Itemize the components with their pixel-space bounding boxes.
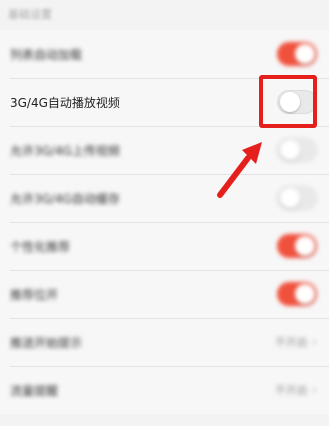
setting-label: 流量提醒 bbox=[10, 383, 59, 398]
section-title: 基础设置 bbox=[8, 8, 52, 21]
chevron-right-icon: › bbox=[311, 334, 317, 350]
setting-label: 列表自动加载 bbox=[10, 47, 83, 62]
toggle-knob bbox=[280, 140, 300, 160]
arrow-icon bbox=[217, 142, 262, 198]
toggle-knob bbox=[295, 284, 315, 304]
setting-row-recommend[interactable]: 推荐位开 bbox=[0, 270, 329, 318]
setting-row-push-hint[interactable]: 推送开始提示 不开启 › bbox=[0, 318, 329, 366]
setting-label: 个性化推荐 bbox=[10, 239, 71, 254]
toggle-personalized[interactable] bbox=[277, 234, 317, 258]
toggle-knob bbox=[295, 236, 315, 256]
setting-label: 3G/4G自动播放视频 bbox=[10, 95, 120, 110]
toggle-knob bbox=[295, 44, 315, 64]
toggle-upload-3g4g[interactable] bbox=[277, 138, 317, 162]
setting-label: 推荐位开 bbox=[10, 287, 59, 302]
toggle-cache-3g4g[interactable] bbox=[277, 186, 317, 210]
setting-label: 推送开始提示 bbox=[10, 335, 83, 350]
toggle-recommend[interactable] bbox=[277, 282, 317, 306]
setting-row-list-autoload[interactable]: 列表自动加载 bbox=[0, 30, 329, 78]
settings-screen: 基础设置 列表自动加载 3G/4G自动播放视频 允许3G/4G上传视频 允许3G… bbox=[0, 0, 329, 426]
setting-value: 不开启 bbox=[274, 384, 308, 397]
setting-row-cache-3g4g[interactable]: 允许3G/4G自动缓存 bbox=[0, 174, 329, 222]
highlight-box bbox=[259, 75, 317, 128]
setting-row-data-alert[interactable]: 流量提醒 不开启 › bbox=[0, 366, 329, 414]
setting-row-personalized[interactable]: 个性化推荐 bbox=[0, 222, 329, 270]
toggle-list-autoload[interactable] bbox=[277, 42, 317, 66]
setting-row-upload-3g4g[interactable]: 允许3G/4G上传视频 bbox=[0, 126, 329, 174]
setting-value: 不开启 bbox=[274, 336, 308, 349]
chevron-right-icon: › bbox=[311, 382, 317, 398]
toggle-knob bbox=[280, 188, 300, 208]
